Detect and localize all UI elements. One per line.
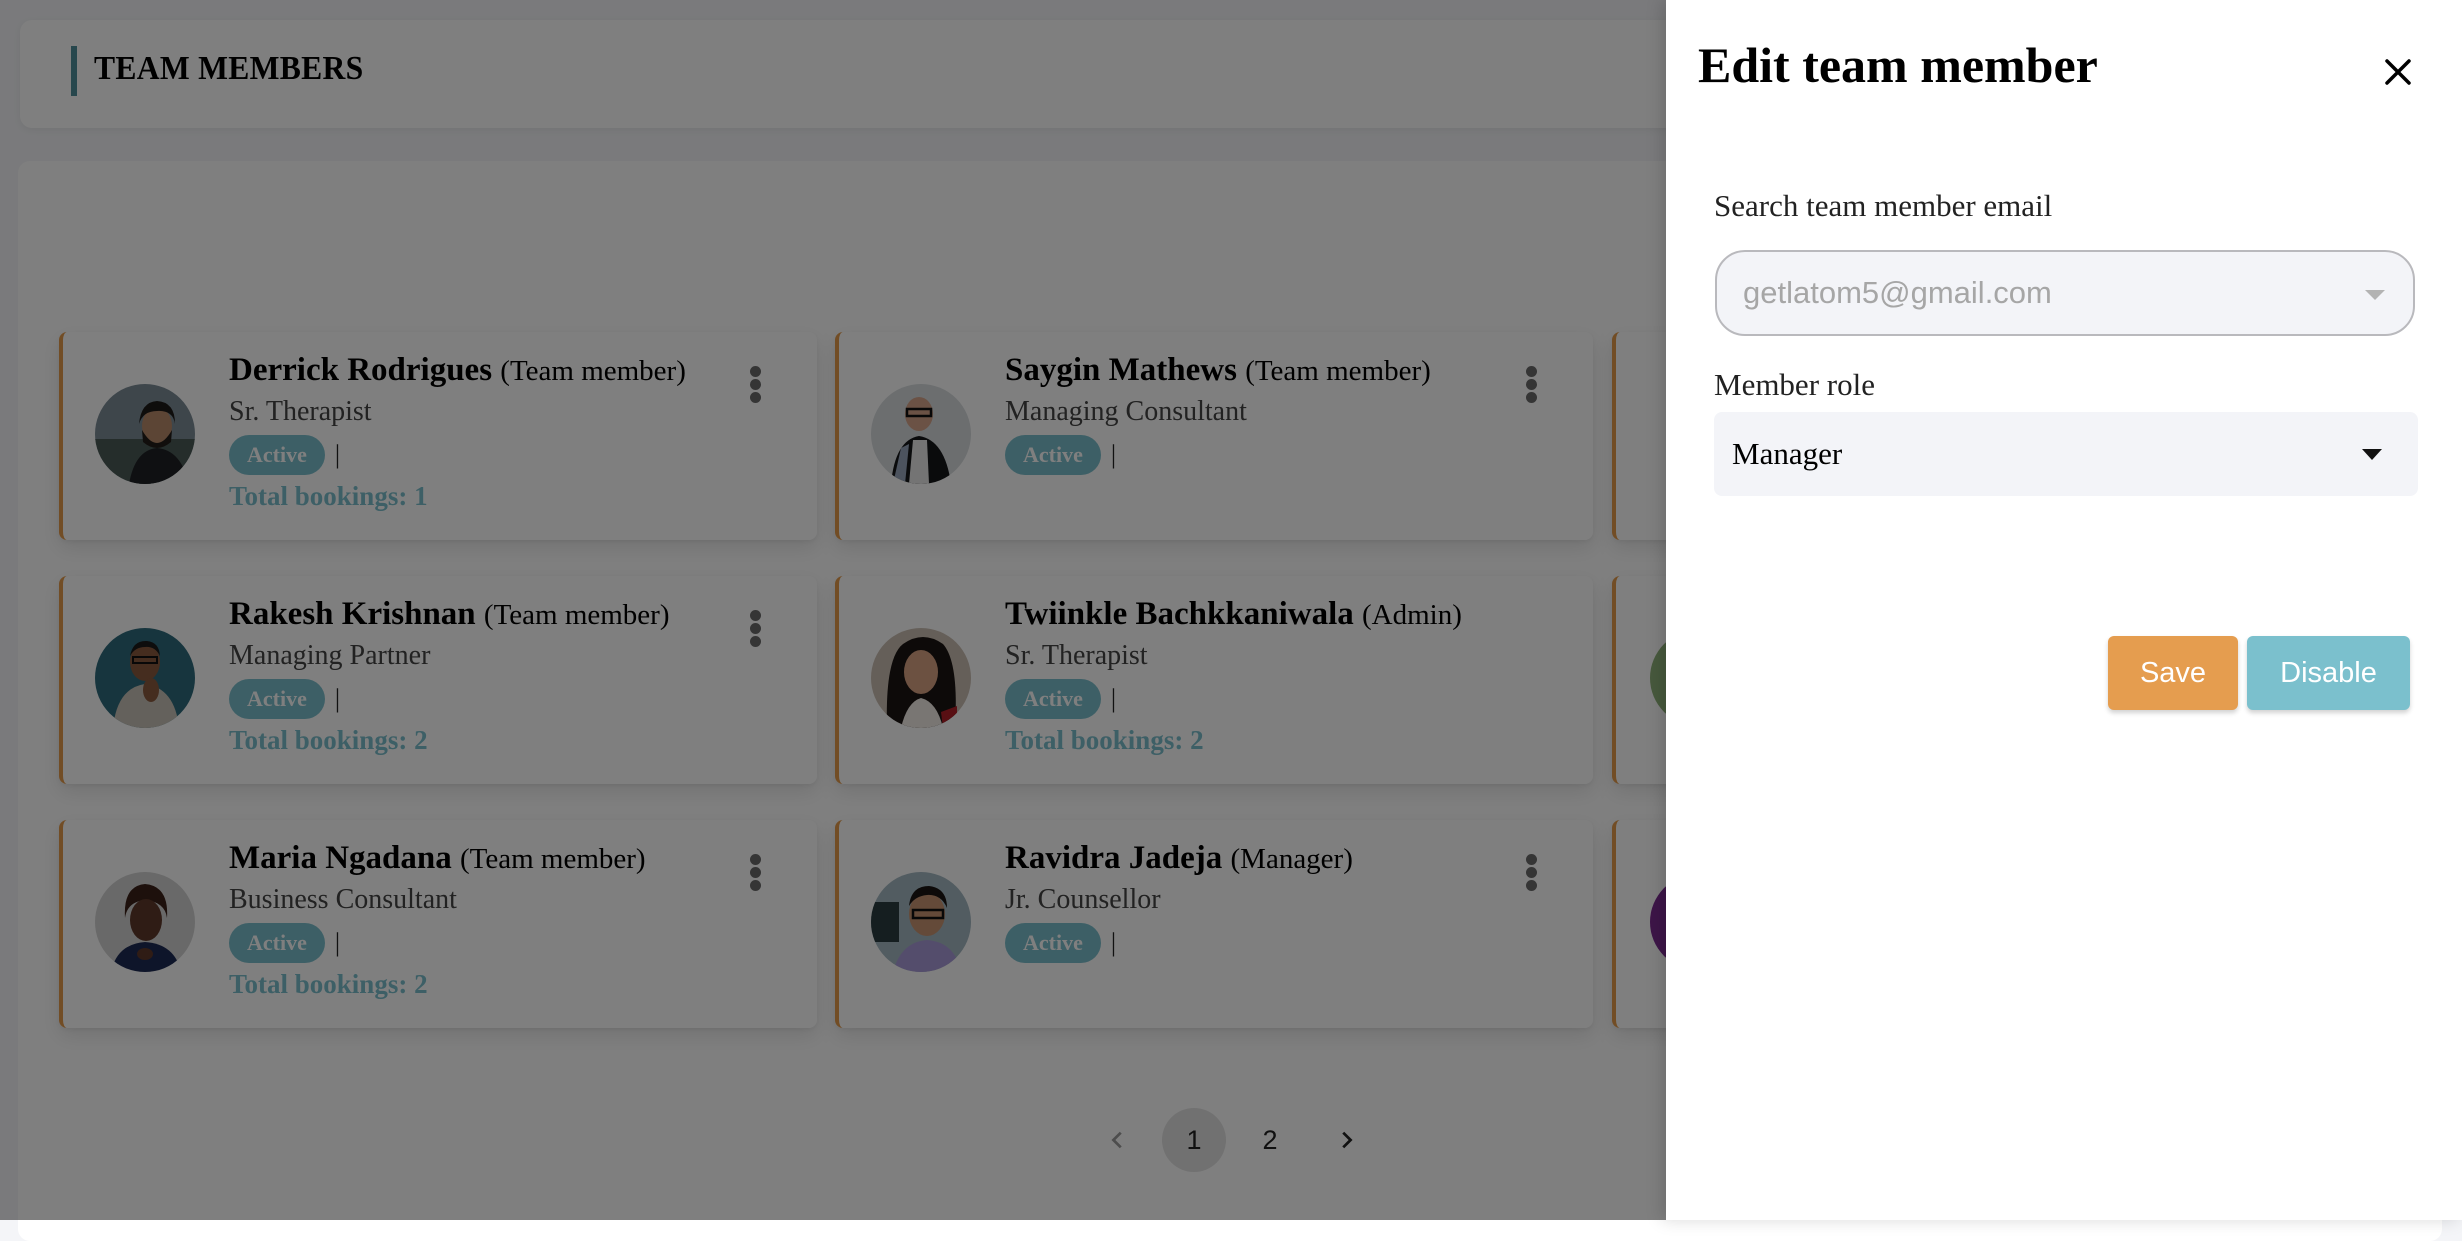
drawer-title: Edit team member — [1698, 37, 2098, 93]
member-role-select[interactable]: Manager — [1714, 412, 2418, 496]
email-search-field[interactable]: getlatom5@gmail.com — [1715, 250, 2415, 336]
role-select-value: Manager — [1732, 436, 1843, 471]
role-field-label: Member role — [1714, 367, 1875, 402]
caret-down-icon[interactable] — [2365, 290, 2385, 300]
email-field-value: getlatom5@gmail.com — [1743, 275, 2052, 310]
disable-button[interactable]: Disable — [2247, 636, 2410, 710]
email-field-label: Search team member email — [1714, 188, 2053, 223]
close-drawer-button[interactable] — [2384, 58, 2412, 86]
save-button[interactable]: Save — [2108, 636, 2238, 710]
edit-member-drawer: Edit team member Search team member emai… — [1666, 0, 2462, 1220]
caret-down-icon — [2362, 449, 2382, 460]
close-icon — [2385, 59, 2411, 85]
